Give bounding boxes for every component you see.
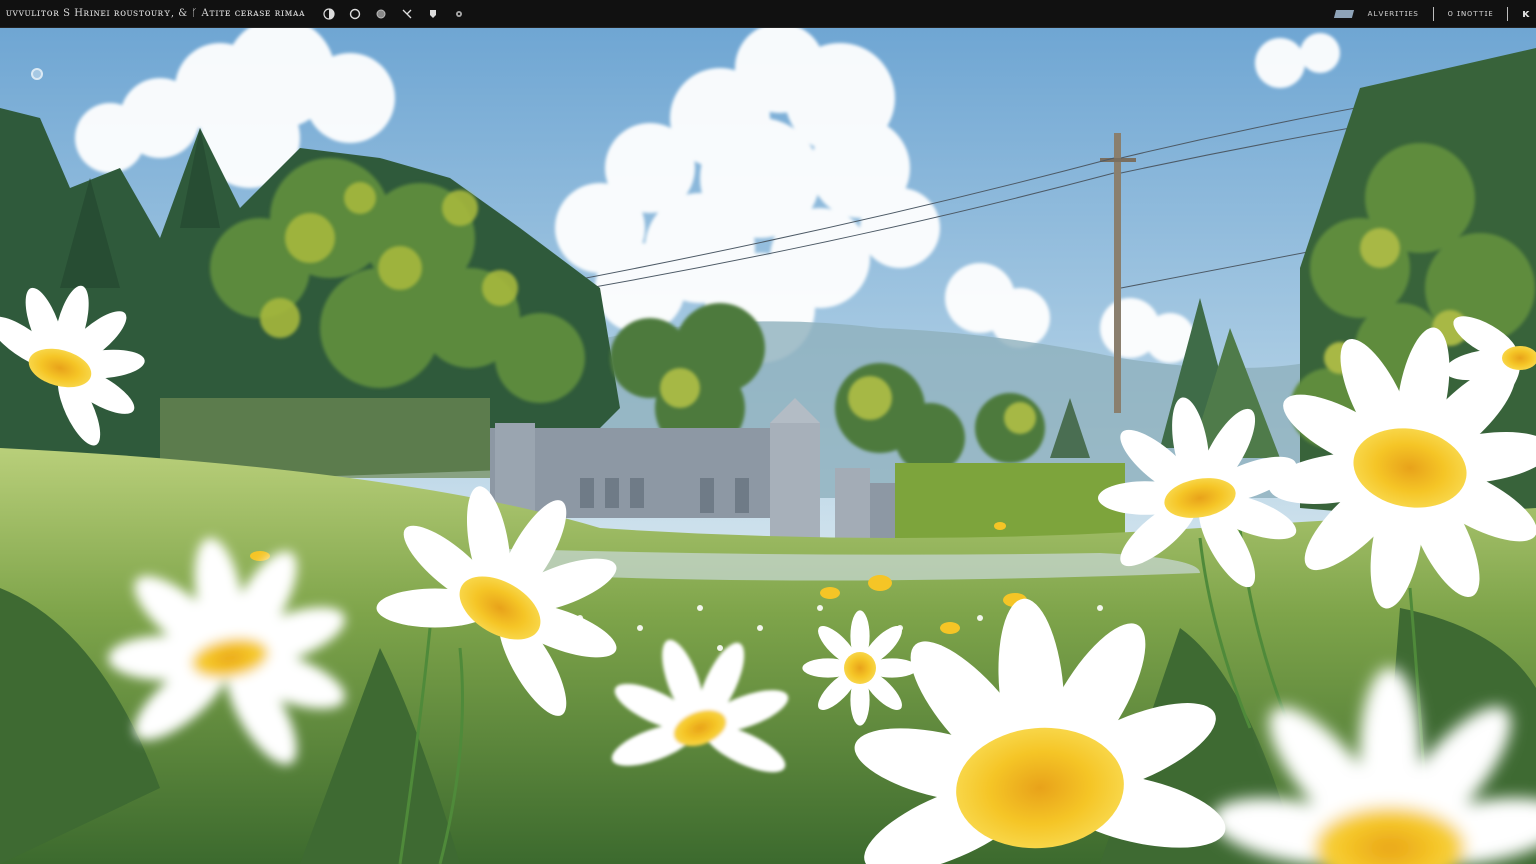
daisy-mid-small <box>802 610 918 726</box>
record-indicator-icon[interactable] <box>31 68 43 80</box>
window-title: ᴜᴠᴠᴜʟɪᴛᴏʀ Ѕ Hʀɪɴᴇɪ ʀᴏᴜѕᴛᴏᴜʀʏ, & ᚴ Aᴛɪᴛᴇ … <box>6 8 306 19</box>
right-label-2[interactable]: ᴏ ɪɴᴏᴛᴛɪᴇ <box>1448 9 1494 19</box>
align-icon[interactable] <box>1334 9 1355 18</box>
right-label-1[interactable]: ᴀʟᴠᴇʀɪᴛɪᴇѕ <box>1367 9 1418 19</box>
toolbar-right: ᴀʟᴠᴇʀɪᴛɪᴇѕ ᴏ ɪɴᴏᴛᴛɪᴇ ᴋ <box>1334 6 1530 21</box>
canvas-image <box>0 28 1536 864</box>
dot-icon[interactable] <box>375 8 387 20</box>
meadow-illustration <box>0 28 1536 864</box>
arrows-icon[interactable] <box>401 8 413 20</box>
settings-icon[interactable] <box>453 8 465 20</box>
contrast-icon[interactable] <box>323 7 335 20</box>
top-toolbar: ᴜᴠᴠᴜʟɪᴛᴏʀ Ѕ Hʀɪɴᴇɪ ʀᴏᴜѕᴛᴏᴜʀʏ, & ᚴ Aᴛɪᴛᴇ … <box>0 0 1536 28</box>
divider <box>1507 6 1509 21</box>
brush-icon[interactable] <box>427 8 439 20</box>
divider <box>1432 6 1434 21</box>
toolbar-icons <box>323 7 465 20</box>
right-label-3[interactable]: ᴋ <box>1522 7 1530 20</box>
circle-icon[interactable] <box>349 8 361 20</box>
